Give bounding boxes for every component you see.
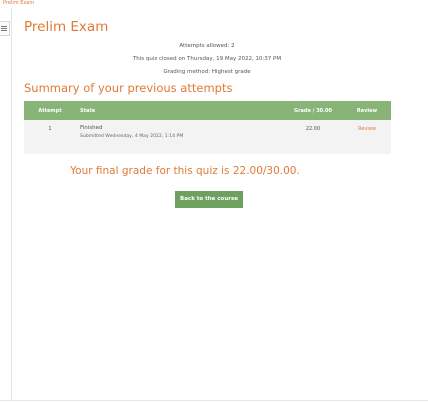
final-grade-text: Your final grade for this quiz is 22.00/…: [70, 165, 300, 177]
attempt-submitted-date: Submitted Wednesday, 4 May 2022, 1:14 PM: [80, 134, 184, 139]
grading-method-text: Grading method: Highest grade: [163, 69, 251, 75]
page-title: Prelim Exam: [24, 19, 109, 35]
quiz-closed-text: This quiz closed on Thursday, 19 May 202…: [132, 56, 282, 62]
sidebar-divider: [11, 8, 12, 400]
attempt-grade: 22.00: [283, 120, 343, 154]
attempt-state-cell: Finished Submitted Wednesday, 4 May 2022…: [76, 120, 283, 154]
review-cell: Review: [343, 120, 391, 154]
attempt-number: 1: [24, 120, 76, 154]
attempts-table: Attempt State Grade / 30.00 Review 1 Fin…: [24, 101, 391, 154]
sidebar-toggle-button[interactable]: [0, 21, 10, 36]
back-to-course-button[interactable]: Back to the course: [175, 191, 243, 208]
table-header-row: Attempt State Grade / 30.00 Review: [24, 101, 391, 120]
menu-icon: [1, 26, 7, 31]
header-grade: Grade / 30.00: [283, 101, 343, 120]
table-row: 1 Finished Submitted Wednesday, 4 May 20…: [24, 120, 391, 154]
header-state: State: [76, 101, 283, 120]
header-attempt: Attempt: [24, 101, 76, 120]
breadcrumb[interactable]: Prelim Exam: [3, 0, 34, 6]
attempt-state: Finished: [80, 125, 103, 131]
footer-divider: [0, 400, 428, 401]
summary-heading: Summary of your previous attempts: [24, 81, 233, 95]
review-link[interactable]: Review: [358, 126, 376, 132]
header-review: Review: [343, 101, 391, 120]
attempts-allowed-text: Attempts allowed: 2: [179, 43, 235, 49]
